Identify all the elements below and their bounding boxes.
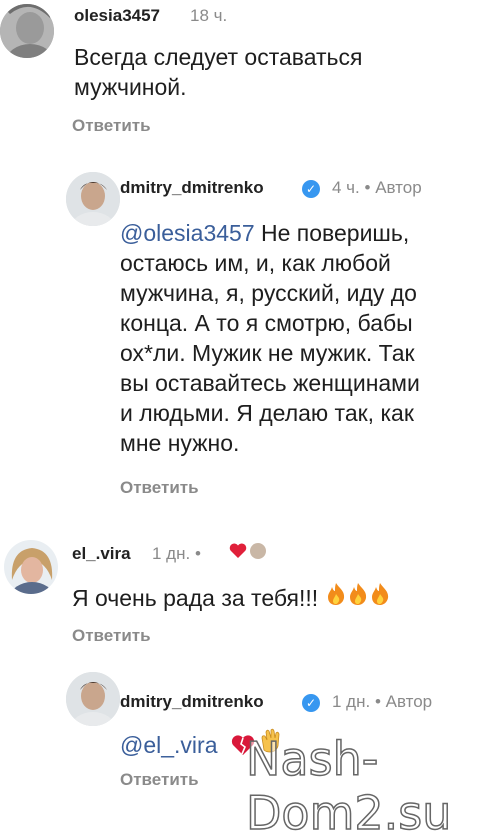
separator-dot: • [374,692,381,711]
reply-button[interactable]: Ответить [120,478,199,498]
comment-text-line: остаюсь им, и, как любой [120,250,391,276]
comment-text-line: ох*ли. Мужик не мужик. Так [120,340,415,366]
author-label: Автор [375,178,422,197]
comment-text-line: мне нужно. [120,430,240,456]
fire-emoji-icon [347,582,369,615]
author-label: Автор [385,692,433,711]
watermark: Nash-Dom2.su [245,731,452,840]
comment-time: 4 ч. [332,178,360,197]
mention-link[interactable]: @olesia3457 [120,220,255,246]
comment-username[interactable]: el_.vira [72,544,131,564]
comment-meta: 1 дн. • Автор [332,692,432,712]
fire-emoji-icon [325,582,347,615]
comment-text-line: вы оставайтесь женщинами [120,370,420,396]
liker-avatar [250,543,266,559]
reply-button[interactable]: Ответить [120,770,199,790]
comment-text-line: и людьми. Я делаю так, как [120,400,414,426]
comment-time: 18 ч. [190,6,228,25]
comment-username[interactable]: dmitry_dmitrenko [120,692,264,712]
comment-text-line: Я очень рада за тебя!!! [72,585,319,611]
avatar-dmitry-dmitrenko[interactable] [66,672,120,726]
comment-meta: 1 дн. • [152,544,201,564]
avatar-olesia3457[interactable] [0,4,54,58]
comment-username[interactable]: olesia3457 [74,6,160,26]
fire-emoji-icon [369,582,391,615]
comment-time: 1 дн. [152,544,191,563]
avatar-el-vira[interactable] [4,540,58,594]
reply-button[interactable]: Ответить [72,116,151,136]
comment-text: Я очень рада за тебя!!! [72,582,391,615]
separator-dot: • [364,178,371,197]
mention-link[interactable]: @el_.vira [120,732,218,758]
comment-meta: 4 ч. • Автор [332,178,422,198]
comment-text-line: конца. А то я смотрю, бабы [120,310,413,336]
comment-username[interactable]: dmitry_dmitrenko [120,178,264,198]
comment-text-line: Не поверишь, [254,220,410,246]
comment-text-line: мужчина, я, русский, иду до [120,280,417,306]
comment-text: @el_.vira [120,730,218,760]
avatar-dmitry-dmitrenko[interactable] [66,172,120,226]
comment-text-line: мужчиной. [74,74,187,100]
red-heart-icon [228,541,248,561]
comment-text-line: Всегда следует оставаться [74,44,363,70]
reply-button[interactable]: Ответить [72,626,151,646]
separator-dot: • [194,544,201,563]
comment-time: 1 дн. [332,692,371,711]
verified-badge-icon: ✓ [302,694,320,712]
comment-text: @olesia3457 Не поверишь, остаюсь им, и, … [120,218,420,458]
verified-badge-icon: ✓ [302,180,320,198]
comment-text: Всегда следует оставаться мужчиной. [74,42,363,102]
